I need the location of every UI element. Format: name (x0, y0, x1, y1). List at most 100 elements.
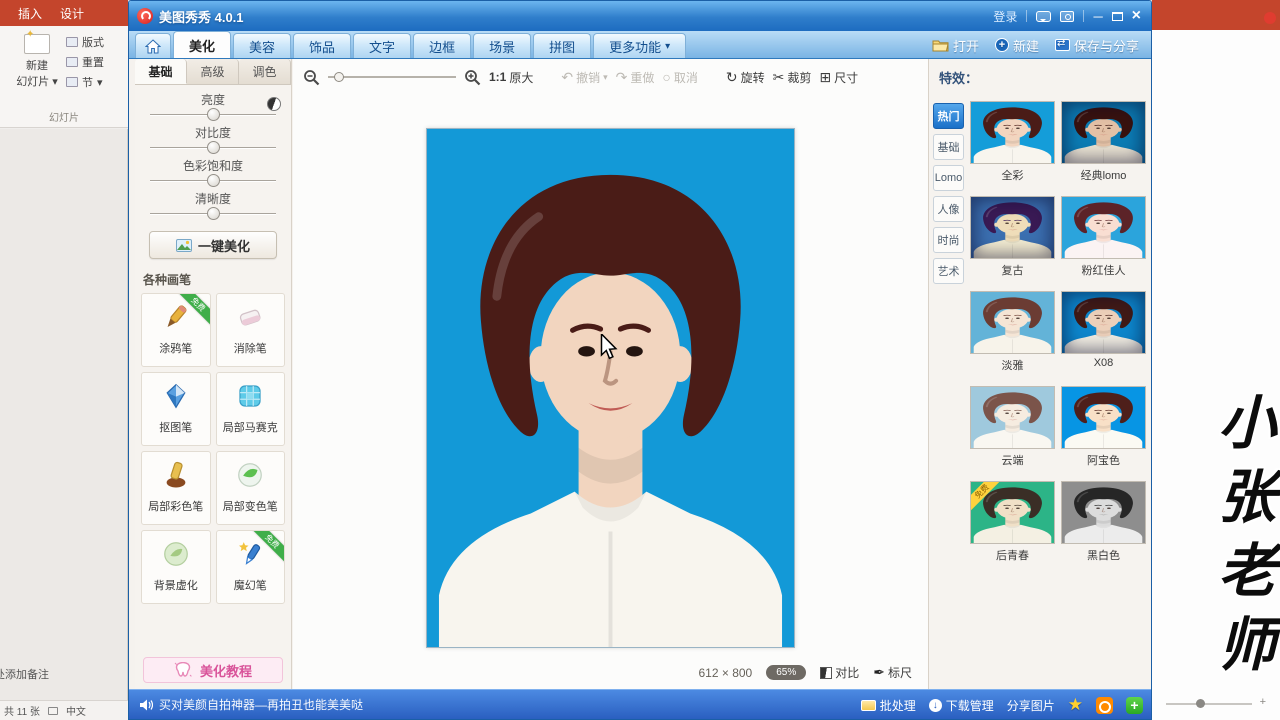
tab-beautify[interactable]: 美化 (173, 31, 231, 58)
left-tab-0[interactable]: 基础 (135, 59, 187, 84)
effect-label: 阿宝色 (1061, 452, 1146, 468)
actual-size-button[interactable]: 1:1原大 (489, 69, 533, 86)
divider (1026, 10, 1027, 22)
maximize-button[interactable] (1112, 12, 1123, 21)
tab-collage[interactable]: 拼图 (533, 33, 591, 58)
effect-thumb[interactable] (970, 101, 1055, 164)
cutout-pen-tool[interactable]: 抠图笔 (141, 372, 211, 446)
slider-0[interactable] (150, 108, 276, 122)
effect-thumb[interactable] (1061, 386, 1146, 449)
local-color-pen-icon (142, 460, 210, 496)
photo-preview[interactable] (426, 128, 795, 648)
effect-thumb[interactable] (970, 386, 1055, 449)
effect-item[interactable]: 黑白色 (1061, 481, 1146, 563)
crop-button[interactable]: ✂裁剪 (773, 69, 812, 86)
left-tab-1[interactable]: 高级 (187, 59, 239, 84)
one-click-beautify-button[interactable]: 一键美化 (149, 231, 277, 259)
ppt-section-button[interactable]: 节 ▾ (66, 72, 122, 92)
download-manager-button[interactable]: ↓下载管理 (929, 697, 994, 714)
local-mosaic-tool[interactable]: 局部马赛克 (216, 372, 286, 446)
news-ticker[interactable]: 买对美颜自拍神器—再拍丑也能美美哒 (159, 696, 363, 713)
ppt-tab-design[interactable]: 设计 (60, 5, 84, 22)
effect-category-3[interactable]: 人像 (933, 196, 964, 222)
zoom-in-icon[interactable] (464, 69, 481, 86)
ppt-layout-button[interactable]: 版式 (66, 32, 122, 52)
camera-icon[interactable] (1060, 11, 1074, 22)
favorite-star-icon[interactable]: ★ (1068, 695, 1083, 715)
zoom-out-icon[interactable] (303, 69, 320, 86)
ppt-group-label: 幻灯片 (0, 109, 128, 124)
effect-item[interactable]: 经典lomo (1061, 101, 1146, 183)
minimize-button[interactable]: ─ (1093, 9, 1102, 24)
background-blur-tool[interactable]: 背景虚化 (141, 530, 211, 604)
slider-1[interactable] (150, 141, 276, 155)
beautify-tutorial-button[interactable]: 美化教程 (143, 657, 283, 683)
cancel-button[interactable]: ○取消 (662, 69, 697, 86)
effect-thumb[interactable] (1061, 291, 1146, 354)
login-link[interactable]: 登录 (993, 8, 1017, 25)
effect-item[interactable]: 复古 (970, 196, 1055, 278)
ppt-ribbon-tabs: 插入 设计 (0, 0, 128, 26)
new-button[interactable]: + 新建 (995, 36, 1039, 55)
effect-item[interactable]: X08 (1061, 291, 1146, 373)
effect-thumb[interactable]: 免费 (970, 481, 1055, 544)
tab-makeup[interactable]: 美容 (233, 33, 291, 58)
effect-item[interactable]: 粉红佳人 (1061, 196, 1146, 278)
tab-accessories[interactable]: 饰品 (293, 33, 351, 58)
ppt-reset-button[interactable]: 重置 (66, 52, 122, 72)
effect-category-5[interactable]: 艺术 (933, 258, 964, 284)
ppt-zoom-slider[interactable]: + (1166, 698, 1266, 710)
effect-thumb[interactable] (1061, 481, 1146, 544)
effect-category-0[interactable]: 热门 (933, 103, 964, 129)
effect-item[interactable]: 全彩 (970, 101, 1055, 183)
slider-3[interactable] (150, 207, 276, 221)
home-tab[interactable] (135, 33, 171, 58)
effect-thumb[interactable] (970, 196, 1055, 259)
effect-item[interactable]: 阿宝色 (1061, 386, 1146, 468)
effect-item[interactable]: 淡雅 (970, 291, 1055, 373)
comment-icon[interactable] (48, 707, 58, 715)
feedback-bubble-icon[interactable] (1036, 11, 1051, 22)
effect-thumb[interactable] (970, 291, 1055, 354)
local-recolor-pen-tool[interactable]: 局部变色笔 (216, 451, 286, 525)
share-image-button[interactable]: 分享图片 (1007, 697, 1055, 714)
ppt-new-slide-button[interactable]: 新建 幻灯片 ▾ (14, 34, 60, 89)
effect-category-4[interactable]: 时尚 (933, 227, 964, 253)
compare-button[interactable]: 对比 (820, 664, 859, 681)
slider-thumb[interactable] (207, 207, 220, 220)
ppt-tab-insert[interactable]: 插入 (18, 5, 42, 22)
slider-2[interactable] (150, 174, 276, 188)
resize-button[interactable]: ⊞尺寸 (819, 69, 858, 86)
canvas-zoom-slider[interactable] (328, 71, 456, 83)
add-app-icon[interactable]: + (1126, 697, 1143, 714)
redo-button[interactable]: ↷重做 (616, 69, 655, 86)
close-button[interactable]: × (1132, 8, 1141, 24)
slider-thumb[interactable] (207, 108, 220, 121)
local-color-pen-tool[interactable]: 局部彩色笔 (141, 451, 211, 525)
slider-thumb[interactable] (207, 141, 220, 154)
undo-button[interactable]: ↶撤销▾ (561, 69, 607, 86)
tab-more-features[interactable]: 更多功能▾ (593, 33, 686, 58)
effect-category-1[interactable]: 基础 (933, 134, 964, 160)
slider-thumb[interactable] (207, 174, 220, 187)
rotate-button[interactable]: ↻旋转 (726, 69, 765, 86)
doodle-pen-tool[interactable]: 涂鸦笔免费 (141, 293, 211, 367)
weibo-icon[interactable] (1096, 697, 1113, 714)
batch-process-button[interactable]: 批处理 (861, 697, 916, 714)
open-button[interactable]: 打开 (932, 36, 979, 55)
save-share-button[interactable]: 保存与分享 (1055, 36, 1139, 55)
effect-item[interactable]: 免费后青春 (970, 481, 1055, 563)
magic-pen-tool[interactable]: 魔幻笔免费 (216, 530, 286, 604)
effect-category-2[interactable]: Lomo (933, 165, 964, 191)
effect-item[interactable]: 云端 (970, 386, 1055, 468)
effect-thumb[interactable] (1061, 101, 1146, 164)
tab-text[interactable]: 文字 (353, 33, 411, 58)
ruler-button[interactable]: ✒标尺 (873, 664, 912, 681)
effect-thumb[interactable] (1061, 196, 1146, 259)
tab-frame[interactable]: 边框 (413, 33, 471, 58)
effect-label: 经典lomo (1061, 167, 1146, 183)
tab-scene[interactable]: 场景 (473, 33, 531, 58)
left-tab-2[interactable]: 调色 (239, 59, 291, 84)
bottom-status-bar: 买对美颜自拍神器—再拍丑也能美美哒 批处理 ↓下载管理 分享图片 ★ + (129, 689, 1151, 719)
eraser-pen-tool[interactable]: 消除笔 (216, 293, 286, 367)
